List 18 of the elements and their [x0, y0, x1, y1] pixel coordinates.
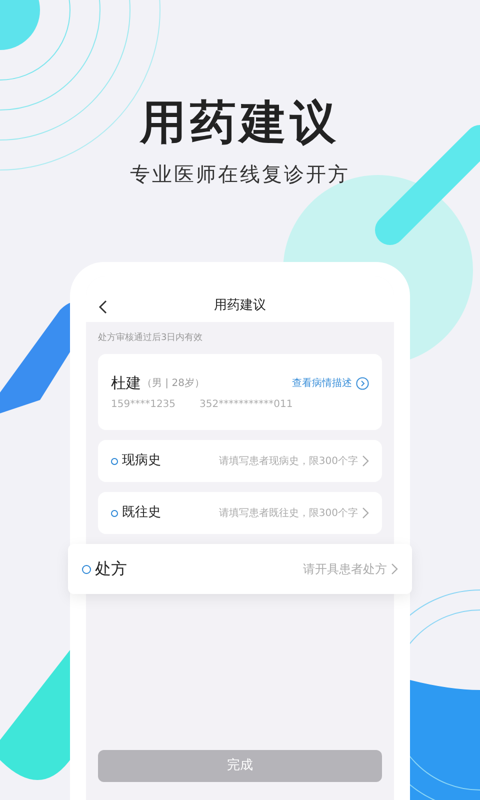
row-label: 既往史 [122, 504, 161, 522]
form-row[interactable]: 现病史 请填写患者现病史，限300个字 [98, 440, 382, 482]
phone-number: 159****1235 [111, 398, 176, 412]
form-row[interactable]: 处方 请开具患者处方 [68, 544, 412, 594]
headline: 用药建议 [140, 94, 340, 151]
row-hint: 请开具患者处方 [303, 561, 387, 578]
row-hint: 请填写患者既往史，限300个字 [218, 506, 358, 520]
patient-name: 杜建 [111, 373, 141, 394]
condition-link[interactable]: 查看病情描述 [292, 376, 352, 391]
row-hint: 请填写患者现病史，限300个字 [218, 454, 358, 468]
row-label: 处方 [95, 558, 127, 580]
subtitle: 专业医师在线复诊开方 [130, 161, 350, 188]
patient-info: （男 | 28岁） [142, 376, 204, 391]
notice-text: 处方审核通过后3日内有效 [97, 332, 204, 344]
id-number: 352***********011 [200, 398, 293, 412]
form-row[interactable]: 既往史 请填写患者既往史，限300个字 [98, 492, 382, 534]
screen-title: 用药建议 [214, 297, 266, 316]
row-label: 现病史 [122, 452, 161, 470]
